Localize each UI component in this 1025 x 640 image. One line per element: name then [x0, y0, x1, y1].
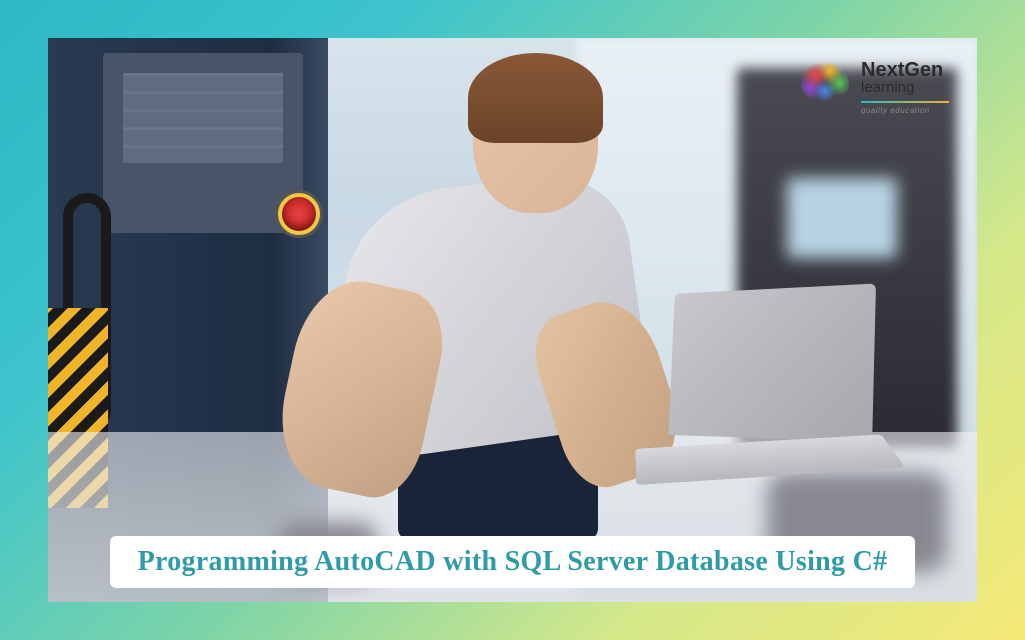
logo-text-block: NextGen learning quality education [861, 60, 949, 115]
laptop-screen [669, 283, 876, 441]
brain-icon [801, 63, 849, 111]
logo-underline [861, 101, 949, 103]
figure-hair [468, 53, 603, 143]
logo-brand-line: NextGen [861, 60, 949, 80]
gradient-frame: NextGen learning quality education Progr… [0, 0, 1025, 640]
course-hero-image: NextGen learning quality education [48, 38, 977, 602]
course-title-banner: Programming AutoCAD with SQL Server Data… [110, 536, 916, 588]
keypad-grid [123, 73, 283, 163]
nextgen-logo: NextGen learning quality education [801, 60, 949, 115]
machine-control-panel [103, 53, 303, 233]
logo-brand-secondary: learning [861, 80, 949, 97]
laptop [617, 288, 877, 468]
monitor-blurred [787, 178, 897, 258]
course-title: Programming AutoCAD with SQL Server Data… [138, 546, 888, 578]
logo-brand-primary: NextGen [861, 59, 943, 81]
logo-tagline: quality education [861, 106, 949, 115]
